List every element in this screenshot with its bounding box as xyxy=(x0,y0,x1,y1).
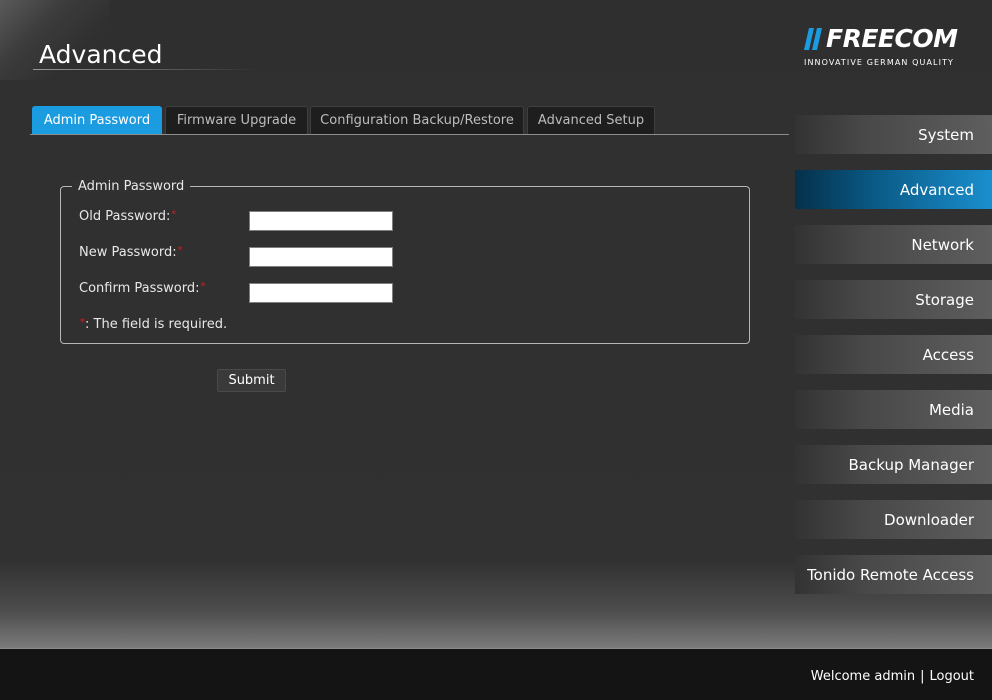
sidebar-item-network[interactable]: Network xyxy=(795,225,992,264)
page-title: Advanced xyxy=(39,40,163,69)
fieldset-legend: Admin Password xyxy=(72,179,191,194)
title-underline xyxy=(33,69,258,70)
sidebar-item-media[interactable]: Media xyxy=(795,390,992,429)
tab-advanced-setup[interactable]: Advanced Setup xyxy=(527,106,655,134)
new-password-label: New Password:* xyxy=(79,245,183,260)
admin-password-fieldset: Admin Password Old Password:* New Passwo… xyxy=(60,179,750,344)
sidebar-item-storage[interactable]: Storage xyxy=(795,280,992,319)
tab-bar-divider xyxy=(30,134,789,135)
old-password-input[interactable] xyxy=(249,211,393,231)
submit-button[interactable]: Submit xyxy=(217,369,286,392)
sidebar-item-backup-manager[interactable]: Backup Manager xyxy=(795,445,992,484)
sidebar-item-downloader[interactable]: Downloader xyxy=(795,500,992,539)
tab-configuration-backup-restore[interactable]: Configuration Backup/Restore xyxy=(310,106,524,134)
required-marker: * xyxy=(200,281,206,292)
sidebar-item-access[interactable]: Access xyxy=(795,335,992,374)
new-password-input[interactable] xyxy=(249,247,393,267)
sidebar-item-tonido-remote-access[interactable]: Tonido Remote Access xyxy=(795,555,992,594)
required-marker: * xyxy=(177,245,183,256)
logo-slashes-icon xyxy=(804,28,822,50)
old-password-label: Old Password:* xyxy=(79,209,177,224)
footer-bar: Welcome admin | Logout xyxy=(0,648,992,700)
footer-user-area: Welcome admin | Logout xyxy=(811,669,974,684)
required-field-note: *: The field is required. xyxy=(80,317,228,332)
sidebar-item-system[interactable]: System xyxy=(795,115,992,154)
welcome-text: Welcome admin xyxy=(810,669,916,684)
confirm-password-label: Confirm Password:* xyxy=(79,281,206,296)
logo-tagline: INNOVATIVE GERMAN QUALITY xyxy=(804,58,955,67)
required-marker: * xyxy=(171,209,177,220)
tab-firmware-upgrade[interactable]: Firmware Upgrade xyxy=(165,106,308,134)
logo-wordmark: FREECOM xyxy=(826,24,958,53)
tab-admin-password[interactable]: Admin Password xyxy=(32,106,162,134)
logout-link[interactable]: Logout xyxy=(929,669,974,684)
footer-separator: | xyxy=(920,669,925,684)
sidebar-item-advanced[interactable]: Advanced xyxy=(795,170,992,209)
confirm-password-input[interactable] xyxy=(249,283,393,303)
freecom-logo: FREECOM INNOVATIVE GERMAN QUALITY xyxy=(804,24,969,72)
